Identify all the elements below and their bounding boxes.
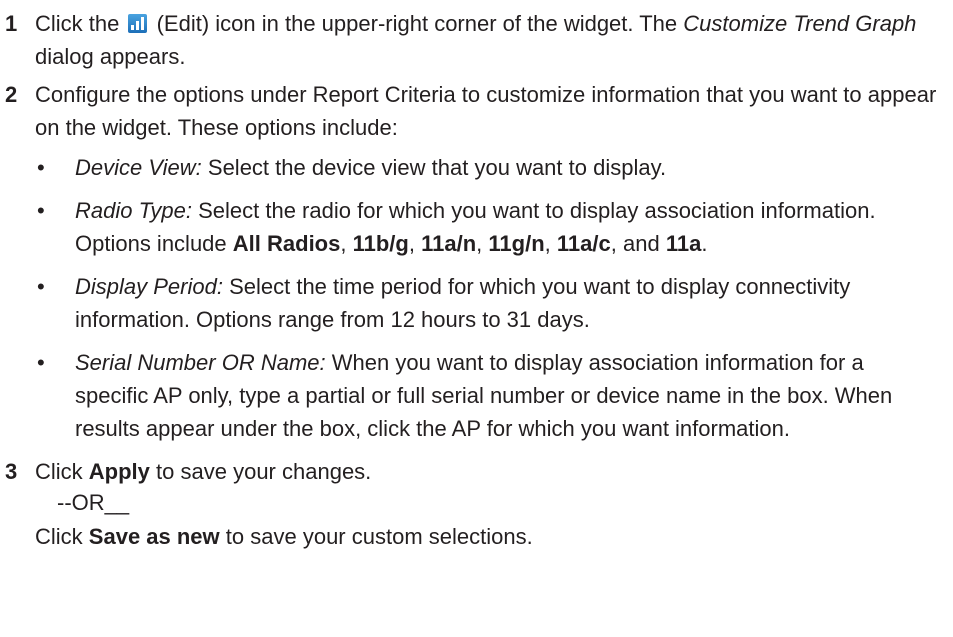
bullet: •	[37, 274, 45, 299]
option-radio-type: • Radio Type: Select the radio for which…	[35, 194, 943, 260]
option-value: 11b/g	[352, 231, 409, 256]
step-text: Click	[35, 524, 83, 549]
option-device-view: • Device View: Select the device view th…	[35, 151, 943, 184]
step-number: 1	[5, 11, 18, 36]
step-text: Configure the options under Report Crite…	[35, 82, 937, 140]
or-separator: --OR__	[57, 490, 130, 515]
option-value: 11a/n	[421, 231, 477, 256]
step-number: 3	[5, 459, 18, 484]
option-label: Radio Type:	[75, 198, 192, 223]
step-2: 2 Configure the options under Report Cri…	[0, 78, 953, 445]
step-3-alternative: Click Save as new to save your custom se…	[0, 520, 953, 553]
option-value: All Radios	[232, 231, 341, 256]
step-text: to save your changes.	[156, 459, 372, 484]
option-value: 11a/c	[556, 231, 611, 256]
bullet: •	[37, 198, 45, 223]
bullet: •	[37, 155, 45, 180]
period: .	[701, 231, 708, 256]
option-label: Display Period:	[75, 274, 223, 299]
document-body: 1 Click the (Edit) icon in the upper-rig…	[0, 0, 953, 553]
separator: ,	[544, 231, 551, 256]
step-text: dialog appears.	[35, 44, 186, 69]
edit-bar-chart-icon	[128, 14, 148, 33]
option-value: 11g/n	[488, 231, 545, 256]
conjunction: and	[623, 231, 660, 256]
step-1: 1 Click the (Edit) icon in the upper-rig…	[0, 7, 953, 73]
separator: ,	[476, 231, 483, 256]
step-3: 3 Click Apply to save your changes. --OR…	[0, 455, 953, 518]
option-value: 11a	[665, 231, 702, 256]
step-text: Click the	[35, 11, 120, 36]
bullet: •	[37, 350, 45, 375]
apply-label: Apply	[88, 459, 150, 484]
separator: ,	[340, 231, 347, 256]
option-serial-number: • Serial Number OR Name: When you want t…	[35, 346, 943, 445]
step-text: Click	[35, 459, 83, 484]
option-list: • Device View: Select the device view th…	[35, 151, 943, 445]
option-text: Select the device view that you want to …	[207, 155, 667, 180]
step-text: to save your custom selections.	[225, 524, 533, 549]
option-label: Serial Number OR Name:	[75, 350, 326, 375]
step-text: (Edit) icon in the upper-right corner of…	[156, 11, 678, 36]
dialog-name: Customize Trend Graph	[683, 11, 917, 36]
save-as-new-label: Save as new	[88, 524, 220, 549]
separator: ,	[610, 231, 617, 256]
step-number: 2	[5, 82, 18, 107]
option-display-period: • Display Period: Select the time period…	[35, 270, 943, 336]
option-label: Device View:	[75, 155, 202, 180]
separator: ,	[408, 231, 415, 256]
